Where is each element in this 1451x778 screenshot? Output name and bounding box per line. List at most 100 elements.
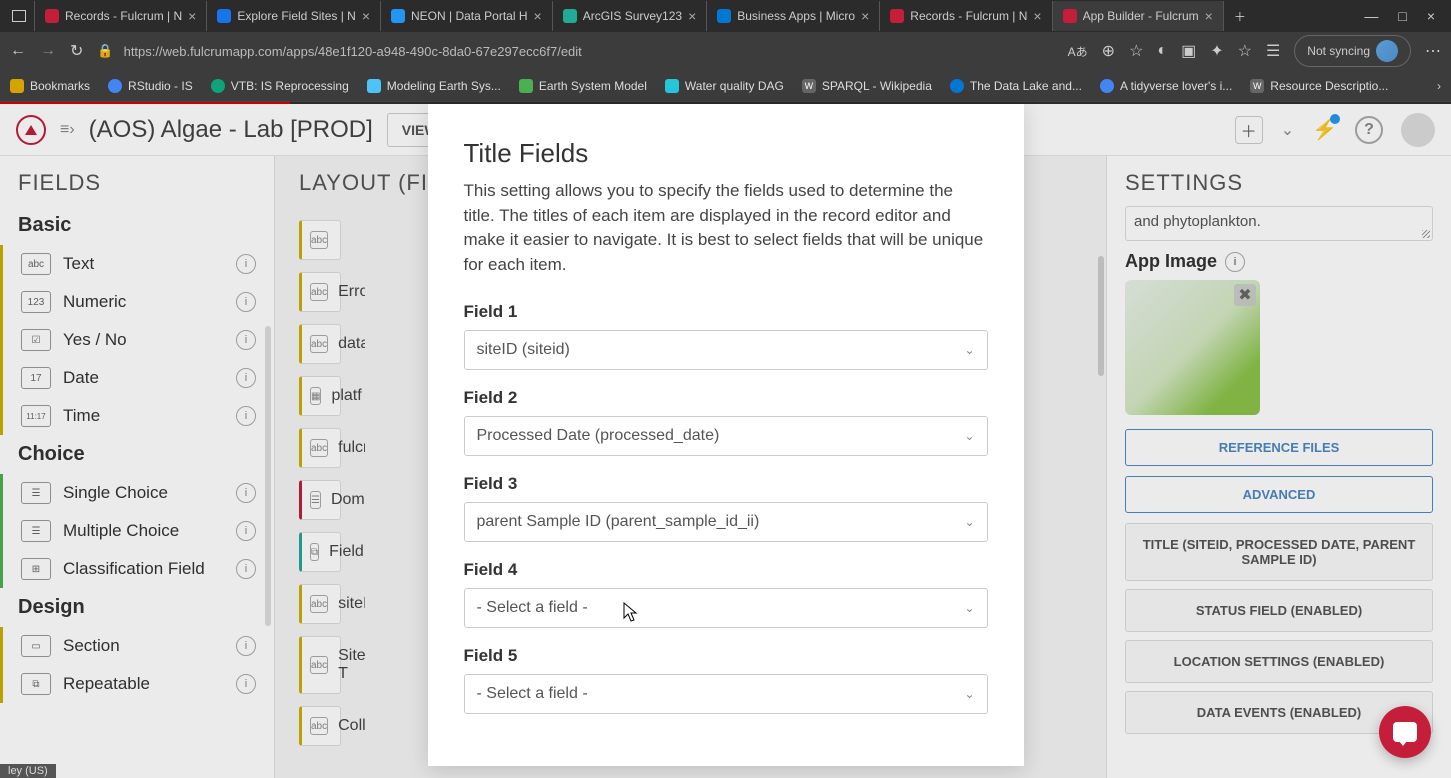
- help-button[interactable]: ?: [1355, 116, 1383, 144]
- field-type-text[interactable]: abcTexti: [0, 245, 274, 283]
- advanced-button[interactable]: ADVANCED: [1125, 476, 1433, 513]
- favorite-icon[interactable]: ☆: [1129, 41, 1143, 61]
- layout-field[interactable]: ⧉Field: [299, 532, 341, 572]
- bookmark-favicon: W: [802, 79, 816, 93]
- minimize-button[interactable]: —: [1364, 8, 1378, 24]
- new-tab-button[interactable]: ＋: [1224, 1, 1256, 31]
- field-2-select[interactable]: Processed Date (processed_date)⌄: [464, 416, 988, 456]
- info-icon[interactable]: i: [1225, 252, 1245, 272]
- layout-field[interactable]: ▦platf: [299, 376, 341, 416]
- bookmark-item[interactable]: The Data Lake and...: [950, 79, 1082, 93]
- field-type-date[interactable]: 17Datei: [0, 359, 274, 397]
- favorites-icon[interactable]: ☆: [1238, 41, 1252, 61]
- field-5-select[interactable]: - Select a field -⌄: [464, 674, 988, 714]
- sync-button[interactable]: Not syncing: [1294, 35, 1411, 67]
- menu-toggle-icon[interactable]: ≡›: [60, 121, 75, 139]
- info-icon[interactable]: i: [236, 636, 256, 656]
- title-settings-button[interactable]: TITLE (SITEID, PROCESSED DATE, PARENT SA…: [1125, 523, 1433, 581]
- field-type-time[interactable]: 11:17Timei: [0, 397, 274, 435]
- layout-field[interactable]: abcColle: [299, 706, 341, 746]
- menu-icon[interactable]: ⋯: [1425, 41, 1441, 61]
- info-icon[interactable]: i: [236, 559, 256, 579]
- app-image[interactable]: ✖: [1125, 280, 1260, 415]
- close-tab-icon[interactable]: ×: [1205, 8, 1213, 24]
- info-icon[interactable]: i: [236, 330, 256, 350]
- field-1-select[interactable]: siteID (siteid)⌄: [464, 330, 988, 370]
- field-type-classification[interactable]: ⊞Classification Fieldi: [0, 550, 274, 588]
- info-icon[interactable]: i: [236, 292, 256, 312]
- bookmark-item[interactable]: VTB: IS Reprocessing: [211, 79, 349, 93]
- chat-button[interactable]: [1379, 706, 1431, 758]
- bookmark-item[interactable]: Modeling Earth Sys...: [367, 79, 501, 93]
- browser-tab-6[interactable]: App Builder - Fulcrum×: [1053, 1, 1224, 31]
- close-window-button[interactable]: ×: [1427, 8, 1435, 24]
- fields-scroll[interactable]: Basic abcTexti 123Numerici ☑Yes / Noi 17…: [0, 206, 274, 778]
- field-type-repeatable[interactable]: ⧉Repeatablei: [0, 665, 274, 703]
- info-icon[interactable]: i: [236, 254, 256, 274]
- field-3-select[interactable]: parent Sample ID (parent_sample_id_ii)⌄: [464, 502, 988, 542]
- reference-files-button[interactable]: REFERENCE FILES: [1125, 429, 1433, 466]
- browser-tab-1[interactable]: Explore Field Sites | N×: [207, 1, 381, 31]
- scrollbar[interactable]: [265, 326, 271, 626]
- bookmark-item[interactable]: A tidyverse lover's i...: [1100, 79, 1232, 93]
- info-icon[interactable]: i: [236, 521, 256, 541]
- close-tab-icon[interactable]: ×: [688, 8, 696, 24]
- location-settings-button[interactable]: LOCATION SETTINGS (ENABLED): [1125, 640, 1433, 683]
- bookmark-item[interactable]: RStudio - IS: [108, 79, 193, 93]
- browser-tab-0[interactable]: Records - Fulcrum | N×: [35, 1, 207, 31]
- shield-icon[interactable]: ◐: [1157, 42, 1167, 60]
- layout-field[interactable]: abc: [299, 220, 341, 260]
- layout-field[interactable]: abcfulcr: [299, 428, 341, 468]
- zoom-icon[interactable]: ⊕: [1102, 41, 1115, 61]
- app-description-field[interactable]: and phytoplankton.: [1125, 206, 1433, 241]
- layout-field[interactable]: ☰Dom: [299, 480, 341, 520]
- layout-field[interactable]: abcSite T: [299, 636, 341, 694]
- close-tab-icon[interactable]: ×: [534, 8, 542, 24]
- user-avatar[interactable]: [1401, 113, 1435, 147]
- back-button[interactable]: ←: [10, 42, 26, 60]
- info-icon[interactable]: i: [236, 483, 256, 503]
- field-type-yesno[interactable]: ☑Yes / Noi: [0, 321, 274, 359]
- field-4-select[interactable]: - Select a field -⌄: [464, 588, 988, 628]
- info-icon[interactable]: i: [236, 674, 256, 694]
- browser-tab-4[interactable]: Business Apps | Micro×: [707, 1, 880, 31]
- chevron-down-icon[interactable]: ⌄: [1281, 120, 1294, 140]
- scrollbar[interactable]: [1098, 256, 1104, 376]
- collections-icon[interactable]: ▣: [1181, 41, 1196, 61]
- field-type-numeric[interactable]: 123Numerici: [0, 283, 274, 321]
- bookmark-item[interactable]: WResource Descriptio...: [1250, 79, 1388, 93]
- field-type-section[interactable]: ▭Sectioni: [0, 627, 274, 665]
- window-tabs-icon[interactable]: [4, 1, 35, 31]
- bookmarks-overflow-icon[interactable]: ›: [1437, 79, 1441, 93]
- layout-field[interactable]: abcsiteI: [299, 584, 341, 624]
- browser-tab-3[interactable]: ArcGIS Survey123×: [553, 1, 708, 31]
- bookmark-item[interactable]: Bookmarks: [10, 79, 90, 93]
- bookmark-item[interactable]: Earth System Model: [519, 79, 647, 93]
- address-bar[interactable]: 🔒 https://web.fulcrumapp.com/apps/48e1f1…: [97, 43, 1053, 59]
- layout-field[interactable]: abcErro: [299, 272, 341, 312]
- add-button[interactable]: ＋: [1235, 116, 1263, 144]
- status-settings-button[interactable]: STATUS FIELD (ENABLED): [1125, 589, 1433, 632]
- bookmark-item[interactable]: Water quality DAG: [665, 79, 784, 93]
- field-type-single-choice[interactable]: ☰Single Choicei: [0, 474, 274, 512]
- browser-tab-2[interactable]: NEON | Data Portal H×: [381, 1, 553, 31]
- remove-image-icon[interactable]: ✖: [1234, 284, 1256, 306]
- info-icon[interactable]: i: [236, 368, 256, 388]
- browser-tab-5[interactable]: Records - Fulcrum | N×: [880, 1, 1052, 31]
- close-tab-icon[interactable]: ×: [362, 8, 370, 24]
- refresh-button[interactable]: ↻: [70, 41, 83, 61]
- layout-field[interactable]: abcdata: [299, 324, 341, 364]
- close-tab-icon[interactable]: ×: [861, 8, 869, 24]
- notifications-button[interactable]: ⚡: [1312, 117, 1337, 142]
- forward-button[interactable]: →: [40, 42, 56, 60]
- extensions-icon[interactable]: ✦: [1210, 41, 1223, 61]
- reading-list-icon[interactable]: ☰: [1266, 41, 1280, 61]
- info-icon[interactable]: i: [236, 406, 256, 426]
- bookmark-item[interactable]: WSPARQL - Wikipedia: [802, 79, 932, 93]
- tracker-icon[interactable]: Aあ: [1068, 43, 1088, 60]
- fulcrum-logo[interactable]: [16, 115, 46, 145]
- maximize-button[interactable]: □: [1398, 8, 1406, 24]
- close-tab-icon[interactable]: ×: [188, 8, 196, 24]
- close-tab-icon[interactable]: ×: [1033, 8, 1041, 24]
- field-type-multiple-choice[interactable]: ☰Multiple Choicei: [0, 512, 274, 550]
